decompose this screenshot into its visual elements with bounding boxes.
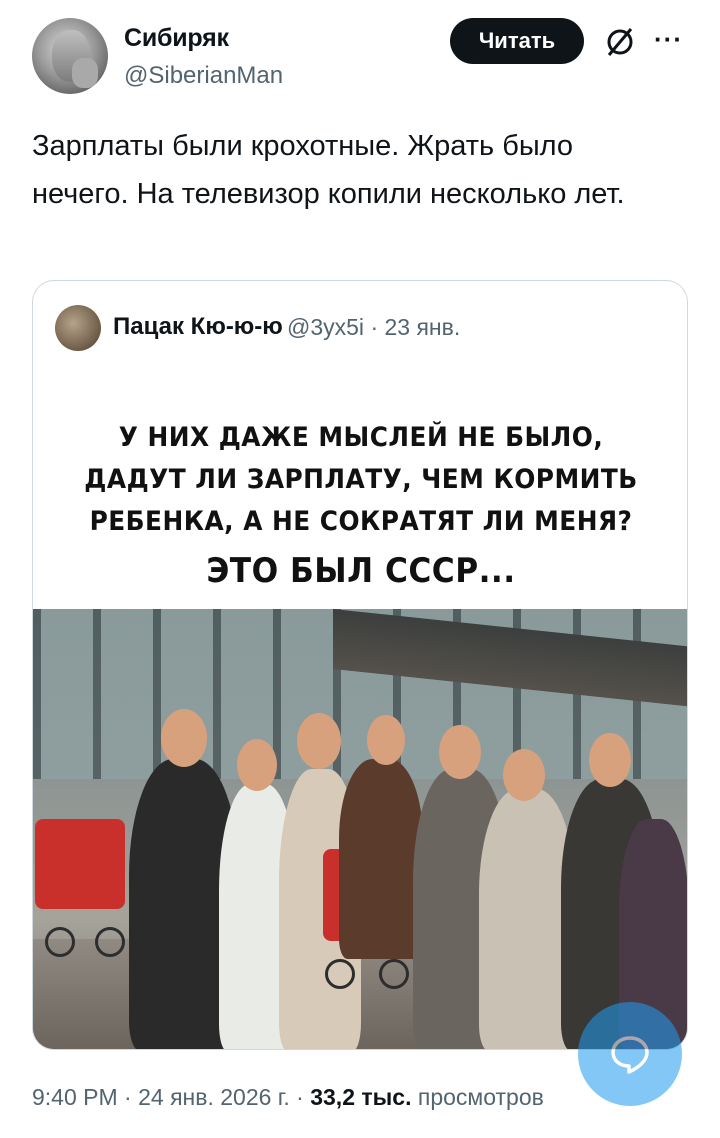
follow-button[interactable]: Читать — [450, 18, 584, 64]
footer-separator: · — [124, 1084, 132, 1110]
photo-wheel — [379, 959, 409, 989]
photo-head — [161, 709, 207, 767]
quoted-author-handle: @3yx5i — [287, 314, 365, 340]
meme-caption-big: ЭТО БЫЛ СССР... — [206, 551, 516, 591]
reply-fab[interactable] — [578, 1002, 682, 1106]
tweet-time[interactable]: 9:40 PM — [32, 1084, 118, 1110]
meme-caption: У НИХ ДАЖЕ МЫСЛЕЙ НЕ БЫЛО, ДАДУТ ЛИ ЗАРП… — [59, 417, 663, 595]
quoted-tweet[interactable]: Пацак Кю-ю-ю @3yx5i · 23 янв. У НИХ ДАЖЕ… — [32, 280, 688, 1050]
author-handle[interactable]: @SiberianMan — [124, 62, 283, 90]
chat-bubble-icon — [611, 1036, 649, 1074]
photo-head — [503, 749, 545, 801]
author-avatar[interactable] — [32, 18, 108, 94]
meme-caption-line1: У НИХ ДАЖЕ МЫСЛЕЙ НЕ БЫЛО, — [118, 422, 604, 453]
photo-pram-left — [35, 819, 125, 909]
tweet-footer: 9:40 PM · 24 янв. 2026 г. · 33,2 тыс. пр… — [32, 1084, 544, 1111]
photo-head — [367, 715, 405, 765]
quoted-meta-separator: · — [370, 314, 379, 340]
quoted-author-avatar — [55, 305, 101, 351]
quoted-tweet-header: Пацак Кю-ю-ю @3yx5i · 23 янв. — [55, 305, 675, 351]
quoted-author-name: Пацак Кю-ю-ю — [113, 313, 283, 340]
footer-separator: · — [296, 1084, 304, 1110]
grok-icon[interactable] — [604, 26, 636, 58]
avatar-hand — [72, 58, 98, 88]
photo-wheel — [45, 927, 75, 957]
tweet-text: Зарплаты были крохотные. Жрать было нече… — [32, 130, 625, 210]
more-icon[interactable]: ··· — [654, 24, 683, 55]
meme-caption-line2: ДАДУТ ЛИ ЗАРПЛАТУ, ЧЕМ КОРМИТЬ — [84, 464, 638, 495]
photo-person — [339, 759, 423, 959]
tweet-date[interactable]: 24 янв. 2026 г. — [138, 1084, 290, 1110]
photo-head — [297, 713, 341, 769]
quoted-tweet-date: 23 янв. — [384, 314, 461, 340]
meme-photo — [33, 609, 687, 1049]
photo-head — [439, 725, 481, 779]
author-name[interactable]: Сибиряк — [124, 24, 229, 53]
tweet-header: Сибиряк @SiberianMan Читать ··· — [32, 18, 688, 98]
quoted-tweet-image[interactable]: У НИХ ДАЖЕ МЫСЛЕЙ НЕ БЫЛО, ДАДУТ ЛИ ЗАРП… — [33, 381, 687, 1049]
views-count: 33,2 тыс. — [310, 1084, 412, 1110]
photo-head — [237, 739, 277, 791]
views-label: просмотров — [417, 1084, 544, 1110]
photo-wheel — [325, 959, 355, 989]
photo-wheel — [95, 927, 125, 957]
quoted-tweet-meta: @3yx5i · 23 янв. — [287, 314, 460, 341]
meme-caption-line3: РЕБЕНКА, А НЕ СОКРАТЯТ ЛИ МЕНЯ? — [89, 506, 633, 537]
photo-head — [589, 733, 631, 787]
